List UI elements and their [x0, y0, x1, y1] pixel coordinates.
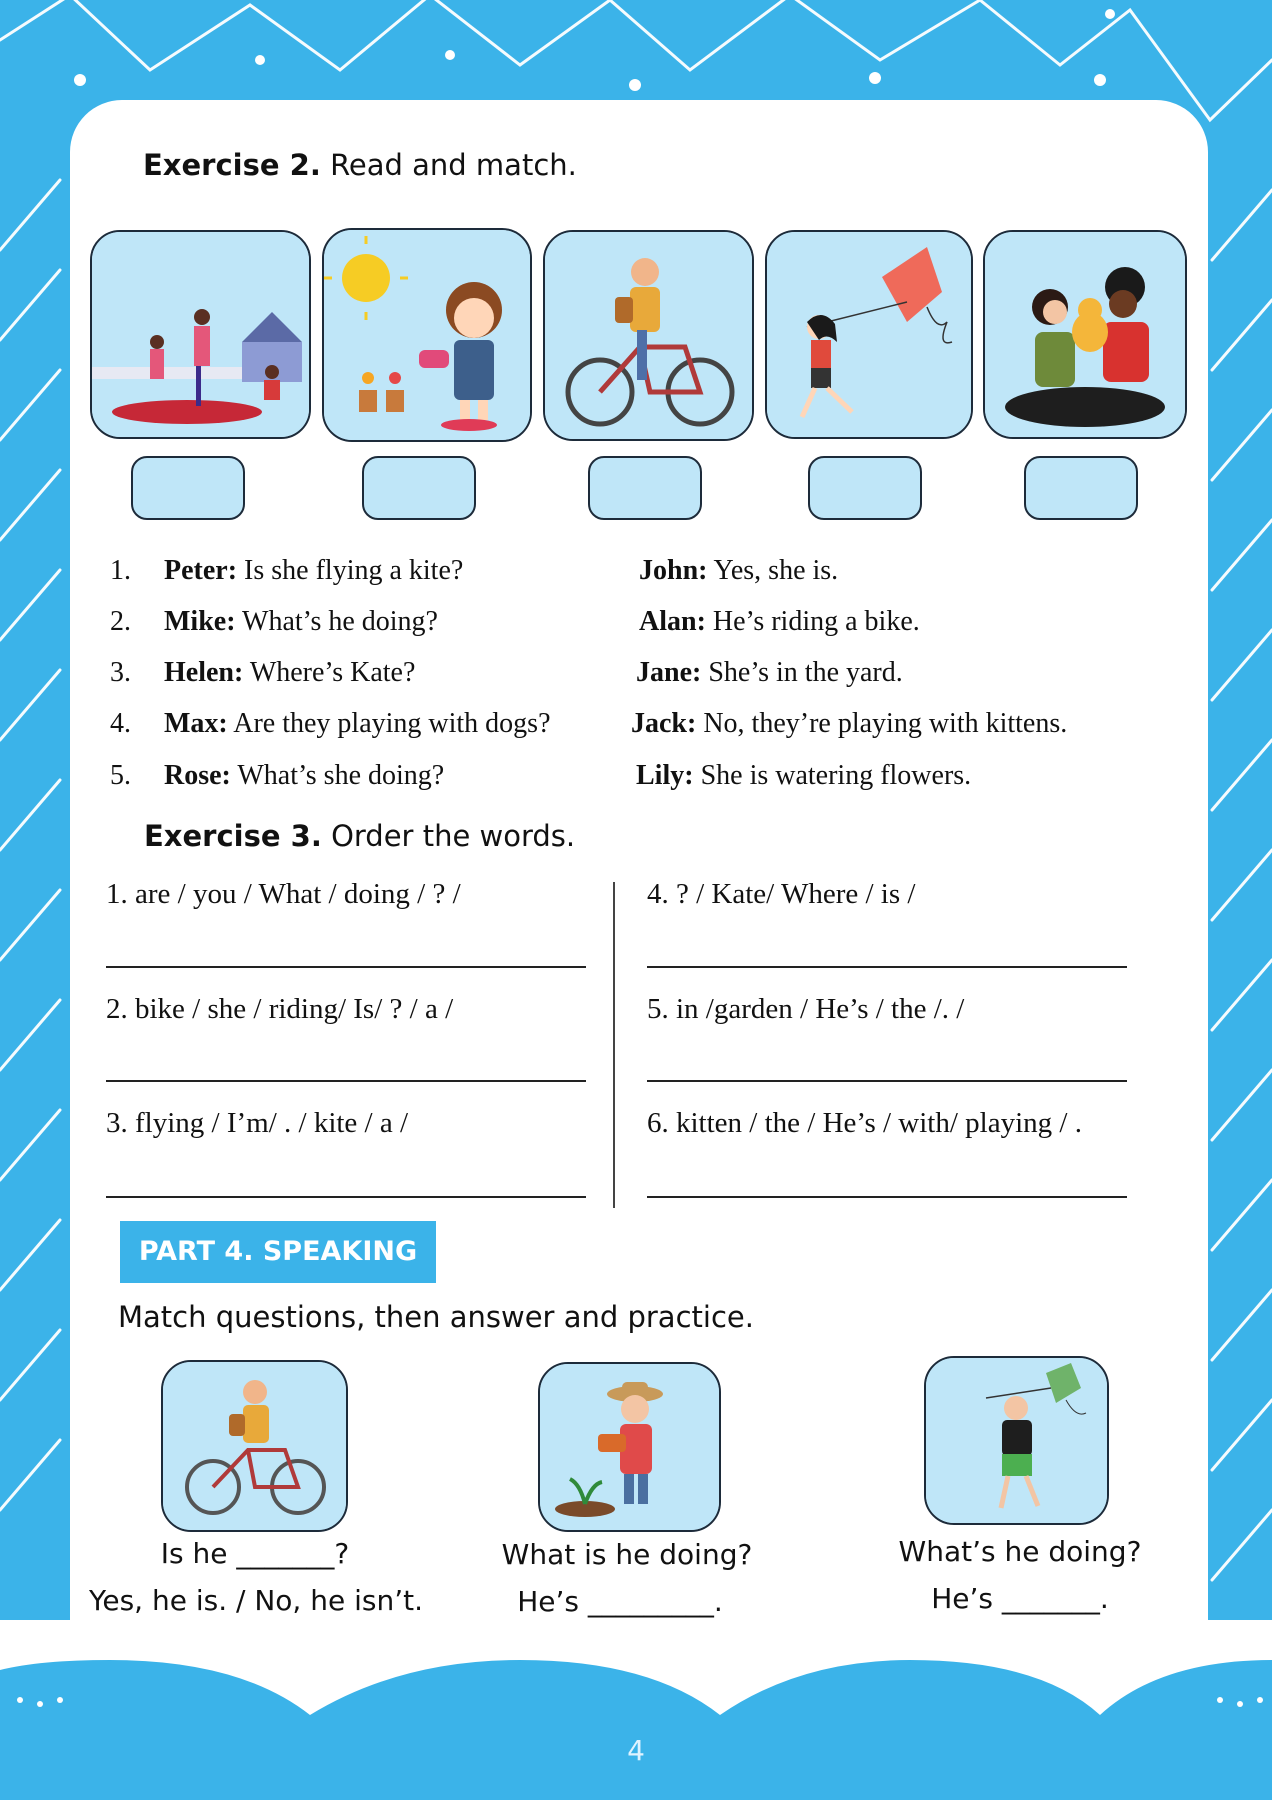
dialogue-number: 1. — [110, 555, 131, 586]
girl-watering-flowers-picture — [322, 228, 532, 442]
speaking-question-2: What is he doing? — [501, 1538, 753, 1571]
dialogue-answer: Alan: He’s riding a bike. — [639, 606, 920, 637]
dialogue-answer: Jack: No, they’re playing with kittens. — [631, 708, 1068, 739]
dialogue-row: 3. Helen: Where’s Kate? Jane: She’s in t… — [0, 657, 1272, 701]
order-item: 5. in /garden / He’s / the /. / — [647, 993, 965, 1025]
answer-box-4[interactable] — [808, 456, 922, 520]
yoga-family-picture — [90, 230, 311, 439]
dialogue-question: Helen: Where’s Kate? — [164, 657, 416, 688]
answer-line[interactable] — [106, 1080, 586, 1082]
order-item: 3. flying / I’m/ . / kite / a / — [106, 1107, 409, 1139]
girl-flying-kite-picture — [765, 230, 973, 439]
scalloped-border — [0, 1620, 1272, 1715]
dialogue-answer: Jane: She’s in the yard. — [636, 657, 903, 688]
order-item: 4. ? / Kate/ Where / is / — [647, 878, 916, 910]
dialogue-question: Rose: What’s she doing? — [164, 760, 445, 791]
exercise-2-title: Exercise 2. Read and match. — [143, 148, 577, 182]
dialogue-number: 5. — [110, 760, 131, 791]
answer-line[interactable] — [647, 1196, 1127, 1198]
dialogue-row: 1. Peter: Is she flying a kite? John: Ye… — [0, 555, 1272, 599]
answer-box-2[interactable] — [362, 456, 476, 520]
answer-box-3[interactable] — [588, 456, 702, 520]
dialogue-answer: John: Yes, she is. — [639, 555, 839, 586]
speaking-answer-1: Yes, he is. / No, he isn’t. — [88, 1584, 424, 1617]
answer-line[interactable] — [106, 966, 586, 968]
boy-riding-bike-picture — [161, 1360, 348, 1532]
exercise-3-title: Exercise 3. Order the words. — [144, 819, 576, 853]
dialogue-question: Max: Are they playing with dogs? — [164, 708, 551, 739]
boy-flying-kite-picture — [924, 1356, 1109, 1525]
dialogue-row: 2. Mike: What’s he doing? Alan: He’s rid… — [0, 606, 1272, 650]
answer-line[interactable] — [647, 966, 1127, 968]
dialogue-row: 5. Rose: What’s she doing? Lily: She is … — [0, 760, 1272, 804]
answer-line[interactable] — [106, 1196, 586, 1198]
speaking-instruction: Match questions, then answer and practic… — [118, 1300, 754, 1334]
speaking-question-1: Is he _______? — [160, 1537, 350, 1570]
dialogue-answer: Lily: She is watering flowers. — [636, 760, 972, 791]
part-4-label: PART 4. SPEAKING — [120, 1221, 436, 1283]
dialogue-question: Mike: What’s he doing? — [164, 606, 438, 637]
dialogue-number: 4. — [110, 708, 131, 739]
man-riding-bike-picture — [543, 230, 754, 441]
order-item: 6. kitten / the / He’s / with/ playing /… — [647, 1107, 1082, 1139]
answer-box-5[interactable] — [1024, 456, 1138, 520]
dialogue-question: Peter: Is she flying a kite? — [164, 555, 464, 586]
speaking-question-3: What’s he doing? — [898, 1535, 1142, 1568]
answer-line[interactable] — [647, 1080, 1127, 1082]
girls-with-kitten-picture — [983, 230, 1187, 439]
dialogue-number: 3. — [110, 657, 131, 688]
dialogue-row: 4. Max: Are they playing with dogs? Jack… — [0, 708, 1272, 752]
boy-watering-plant-picture — [538, 1362, 721, 1532]
order-item: 1. are / you / What / doing / ? / — [106, 878, 461, 910]
column-divider — [613, 882, 615, 1208]
dialogue-number: 2. — [110, 606, 131, 637]
speaking-answer-2: He’s _________. — [517, 1585, 723, 1618]
speaking-answer-3: He’s _______. — [931, 1582, 1109, 1615]
page-number: 4 — [627, 1734, 645, 1767]
order-item: 2. bike / she / riding/ Is/ ? / a / — [106, 993, 454, 1025]
answer-box-1[interactable] — [131, 456, 245, 520]
